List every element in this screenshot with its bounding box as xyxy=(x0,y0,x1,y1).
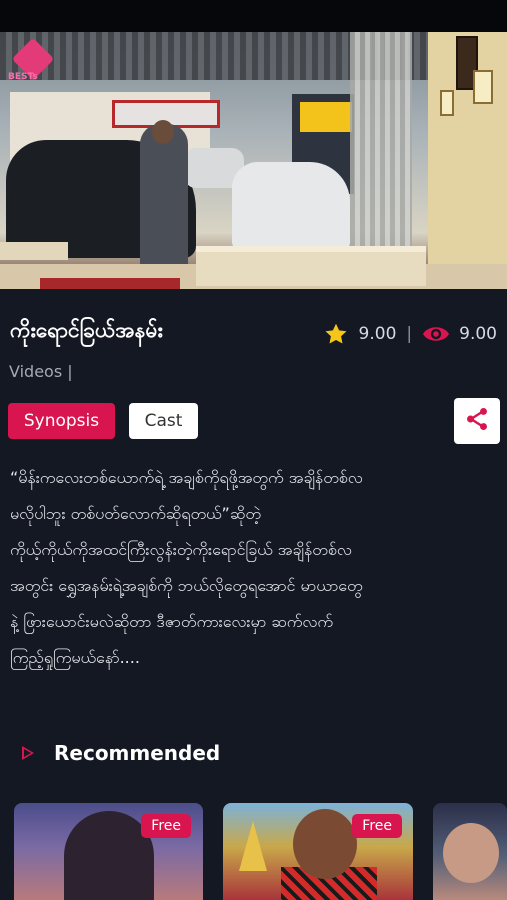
banner-wall-lamp xyxy=(473,70,493,104)
banner-table-2 xyxy=(196,246,426,286)
banner-shop-sign xyxy=(300,102,352,132)
movie-title: ကိုးရောင်ခြယ်အနမ်း xyxy=(10,318,163,342)
banner-white-car xyxy=(232,162,350,250)
card-poster-pagoda xyxy=(239,821,267,871)
synopsis-line: “မိန်းကလေးတစ်ယောက်ရဲ့ အချစ်ကိုရဖို့အတွက်… xyxy=(10,468,363,487)
synopsis-line: အတွင်း ရွှေအနမ်းရဲ့အချစ်ကို ဘယ်လိုတွေရအေ… xyxy=(10,576,363,595)
star-icon xyxy=(323,321,349,347)
synopsis-text: “မိန်းကလေးတစ်ယောက်ရဲ့ အချစ်ကိုရဖို့အတွက်… xyxy=(10,460,500,676)
share-icon xyxy=(464,406,490,436)
card-poster-figure xyxy=(293,809,357,879)
banner-curtain xyxy=(350,32,412,268)
genre-label: Videos | xyxy=(9,362,73,381)
recommended-card[interactable]: Free xyxy=(14,803,203,900)
eye-icon xyxy=(422,324,450,344)
banner-wall-lamp-2 xyxy=(440,90,454,116)
free-badge: Free xyxy=(352,814,402,838)
rating-row: 9.00 | 9.00 xyxy=(323,320,497,348)
rating-separator: | xyxy=(406,324,413,344)
tab-synopsis[interactable]: Synopsis xyxy=(8,403,115,439)
synopsis-line: မလိုပါဘူး တစ်ပတ်လောက်ဆိုရတယ်”ဆိုတဲ့ xyxy=(10,504,261,523)
recommended-heading: Recommended xyxy=(54,741,221,765)
tab-cast[interactable]: Cast xyxy=(129,403,198,439)
banner-actor xyxy=(140,124,188,272)
banner-actor-head xyxy=(152,120,174,144)
free-badge: Free xyxy=(141,814,191,838)
recommended-card[interactable]: Free xyxy=(223,803,413,900)
synopsis-line: ကိုယ့်ကိုယ်ကိုအထင်ကြီးလွန်းတဲ့ကိုးရောင်ခ… xyxy=(10,540,352,559)
movie-banner: BESTs xyxy=(0,32,507,289)
banner-carpet xyxy=(40,278,180,289)
synopsis-line: ကြည့်ရှုကြမယ်နော်.... xyxy=(10,648,140,667)
recommended-header: Recommended xyxy=(22,741,220,765)
rating-value: 9.00 xyxy=(358,324,397,344)
share-button[interactable] xyxy=(454,398,500,444)
synopsis-line: နဲ့ ဖြားယောင်းမလဲဆိုတာ ဒီဇာတ်ကားလေးမှာ ဆ… xyxy=(10,612,334,631)
status-bar xyxy=(0,0,507,32)
app-logo-text: BESTs xyxy=(8,72,38,82)
card-poster-figure xyxy=(443,823,499,883)
views-value: 9.00 xyxy=(459,324,497,344)
recommended-card[interactable] xyxy=(433,803,507,900)
play-triangle-icon xyxy=(22,746,54,760)
banner-table xyxy=(0,242,68,260)
